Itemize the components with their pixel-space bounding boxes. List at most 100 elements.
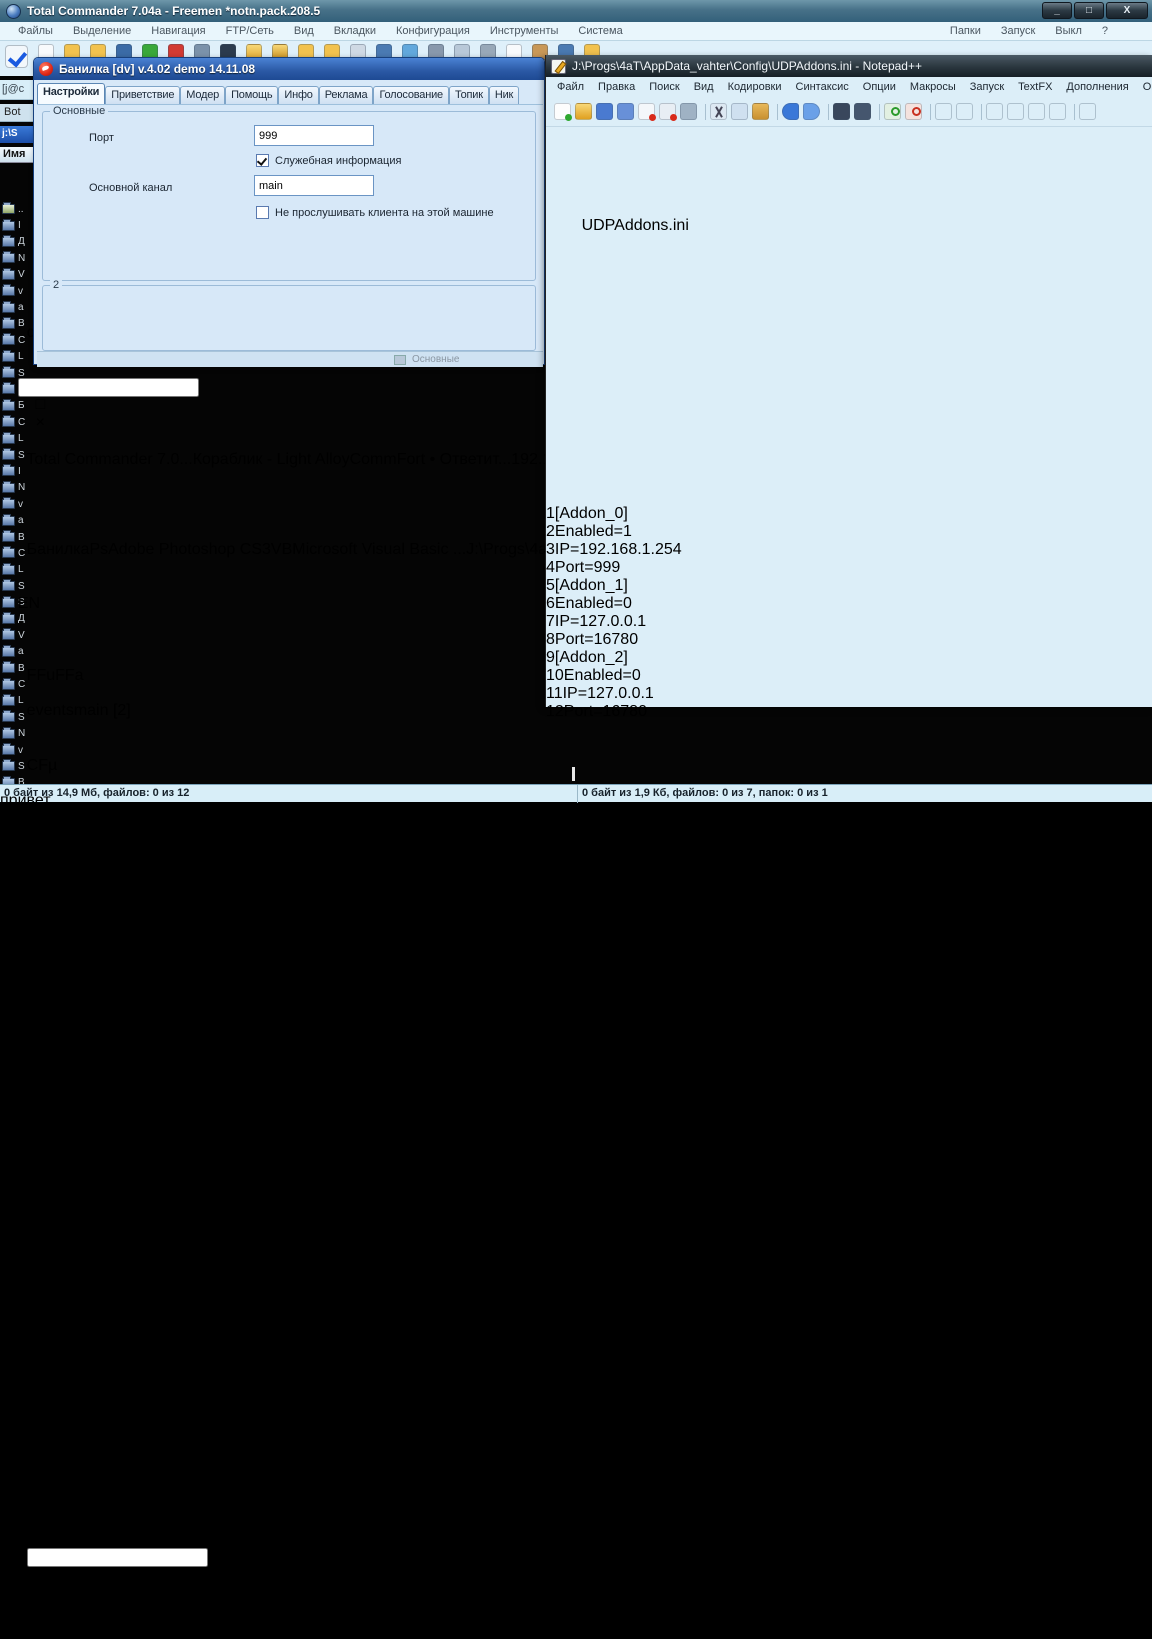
npp-toolbar-icon[interactable] — [884, 103, 901, 120]
userlist-item[interactable]: •Вахтеръ — [0, 1350, 490, 1368]
npp-toolbar-icon[interactable] — [1079, 103, 1096, 120]
userlist-group-out-channel[interactable]: Вне канала (0) — [0, 1404, 490, 1422]
editor-line[interactable]: 4Port=999 — [546, 559, 1152, 577]
editor-line[interactable]: 11IP=127.0.0.1 — [546, 685, 1152, 703]
npp-toolbar-icon[interactable] — [854, 103, 871, 120]
npp-toolbar-icon[interactable] — [782, 103, 799, 120]
npp-menu-item[interactable]: Вид — [687, 81, 721, 93]
tc-menu-item[interactable]: FTP/Сеть — [216, 25, 284, 37]
npp-menu-item[interactable]: Макросы — [903, 81, 963, 93]
npp-toolbar-icon[interactable] — [659, 103, 676, 120]
banilka-tab[interactable]: Модер — [180, 86, 225, 104]
npp-toolbar-icon[interactable] — [1074, 104, 1075, 120]
tc-menu-item[interactable]: Вкладки — [324, 25, 386, 37]
npp-toolbar-icon[interactable] — [1007, 103, 1024, 120]
editor-line[interactable]: 7IP=127.0.0.1 — [546, 613, 1152, 631]
npp-toolbar-icon[interactable] — [575, 103, 592, 120]
banilka-tab[interactable]: Топик — [449, 86, 489, 104]
npp-menu-item[interactable]: Поиск — [642, 81, 686, 93]
npp-toolbar-icon[interactable] — [905, 103, 922, 120]
npp-toolbar-icon[interactable] — [879, 104, 880, 120]
no-listen-checkbox[interactable] — [256, 206, 269, 219]
banilka-tab[interactable]: Настройки — [37, 83, 105, 104]
banilka-tab[interactable]: Ник — [489, 86, 519, 104]
editor-line[interactable]: 12Port=16780 — [546, 703, 1152, 721]
taskbar-search-input[interactable] — [18, 378, 199, 397]
tc-folder-tab[interactable]: Bot — [0, 104, 33, 122]
tc-column-header-name[interactable]: Имя — [0, 147, 33, 163]
tc-menu-item[interactable]: Вид — [284, 25, 324, 37]
taskbar-button[interactable]: PsAdobe Photoshop CS3 — [89, 541, 270, 558]
editor-line[interactable]: 6Enabled=0 — [546, 595, 1152, 613]
banilka-tab[interactable]: Голосование — [373, 86, 448, 104]
editor-line[interactable]: 10Enabled=0 — [546, 667, 1152, 685]
file-row[interactable]: .. — [0, 201, 33, 217]
npp-menu-item[interactable]: Синтаксис — [789, 81, 856, 93]
npp-toolbar-icon[interactable] — [986, 103, 1003, 120]
editor-line[interactable]: 8Port=16780 — [546, 631, 1152, 649]
npp-toolbar-icon[interactable] — [1049, 103, 1066, 120]
npp-toolbar-icon[interactable] — [710, 103, 727, 120]
npp-toolbar-icon[interactable] — [1028, 103, 1045, 120]
tc-menu-item[interactable]: ? — [1092, 25, 1118, 37]
tc-menu-item[interactable]: Запуск — [991, 25, 1045, 37]
tc-menu-item[interactable]: Выкл — [1045, 25, 1092, 37]
language-indicator[interactable]: EN — [18, 595, 40, 612]
taskbar-button[interactable]: VBMicrosoft Visual Basic ... — [271, 541, 466, 558]
npp-menu-item[interactable]: Правка — [591, 81, 642, 93]
npp-toolbar-icon[interactable] — [935, 103, 952, 120]
tc-menu-item[interactable]: Навигация — [141, 25, 215, 37]
tc-drive-bar[interactable]: [j@c — [0, 80, 33, 100]
npp-menu-item[interactable]: Опции — [856, 81, 903, 93]
message-input[interactable] — [27, 1548, 208, 1567]
clock[interactable]: 11:22 субота 28.02.2009 — [0, 919, 675, 1117]
npp-toolbar-icon[interactable] — [752, 103, 769, 120]
npp-toolbar-icon[interactable] — [554, 103, 571, 120]
checkmark-icon[interactable] — [5, 45, 28, 68]
userlist-item[interactable]: •АнтиCAPS — [0, 1296, 490, 1314]
npp-toolbar-icon[interactable] — [638, 103, 655, 120]
npp-menu-item[interactable]: Кодировки — [721, 81, 789, 93]
npp-menu-item[interactable]: Дополнения — [1059, 81, 1135, 93]
tray-icon[interactable]: µ — [48, 757, 57, 774]
tc-menu-item[interactable]: Файлы — [8, 25, 63, 37]
npp-toolbar-icon[interactable] — [956, 103, 973, 120]
banilka-tab[interactable]: Реклама — [319, 86, 374, 104]
editor-line[interactable]: 1[Addon_0] — [546, 505, 1152, 523]
editor-line[interactable]: 9[Addon_2] — [546, 649, 1152, 667]
npp-toolbar-icon[interactable] — [777, 104, 778, 120]
npp-menu-item[interactable]: Окна — [1136, 81, 1152, 93]
npp-menu-item[interactable]: Запуск — [963, 81, 1011, 93]
taskbar-button[interactable]: Банилка — [27, 541, 90, 558]
npp-toolbar-icon[interactable] — [617, 103, 634, 120]
npp-toolbar-icon[interactable] — [680, 103, 697, 120]
banilka-tab[interactable]: Инфо — [278, 86, 318, 104]
banilka-tab[interactable]: Приветствие — [105, 86, 180, 104]
tray-icon[interactable]: FFa — [55, 667, 83, 684]
editor-line[interactable]: 5[Addon_1] — [546, 577, 1152, 595]
npp-toolbar-icon[interactable] — [596, 103, 613, 120]
npp-toolbar-icon[interactable] — [828, 104, 829, 120]
userlist-group-in-channel[interactable]: В канале (2) — [0, 1242, 490, 1260]
tray-icon[interactable]: a — [52, 847, 61, 864]
tray-icon[interactable]: FFu — [27, 667, 55, 684]
file-row[interactable]: I — [0, 217, 33, 233]
npp-toolbar-icon[interactable] — [705, 104, 706, 120]
editor-line[interactable]: 2Enabled=1 — [546, 523, 1152, 541]
npp-toolbar-icon[interactable] — [981, 104, 982, 120]
banilka-tab[interactable]: Помощь — [225, 86, 278, 104]
tc-menu-item[interactable]: Инструменты — [480, 25, 569, 37]
tc-menu-item[interactable]: Конфигурация — [386, 25, 480, 37]
tc-menu-item[interactable]: Папки — [940, 25, 991, 37]
minimize-button[interactable]: _ — [1042, 2, 1072, 19]
tc-menu-item[interactable]: Система — [568, 25, 632, 37]
tray-icon[interactable]: CF — [27, 757, 48, 774]
taskbar-button[interactable]: CommFort • Ответит... — [350, 451, 512, 468]
npp-menu-item[interactable]: TextFX — [1011, 81, 1059, 93]
maximize-button[interactable]: □ — [1074, 2, 1104, 19]
npp-toolbar-icon[interactable] — [731, 103, 748, 120]
taskbar-button[interactable]: Кораблик - Light Alloy — [193, 451, 350, 468]
taskbar-button[interactable]: Total Commander 7.0... — [26, 451, 192, 468]
editor-area[interactable]: 1[Addon_0]2Enabled=13IP=192.168.1.2544Po… — [546, 325, 1152, 793]
channel-input[interactable] — [254, 175, 374, 196]
